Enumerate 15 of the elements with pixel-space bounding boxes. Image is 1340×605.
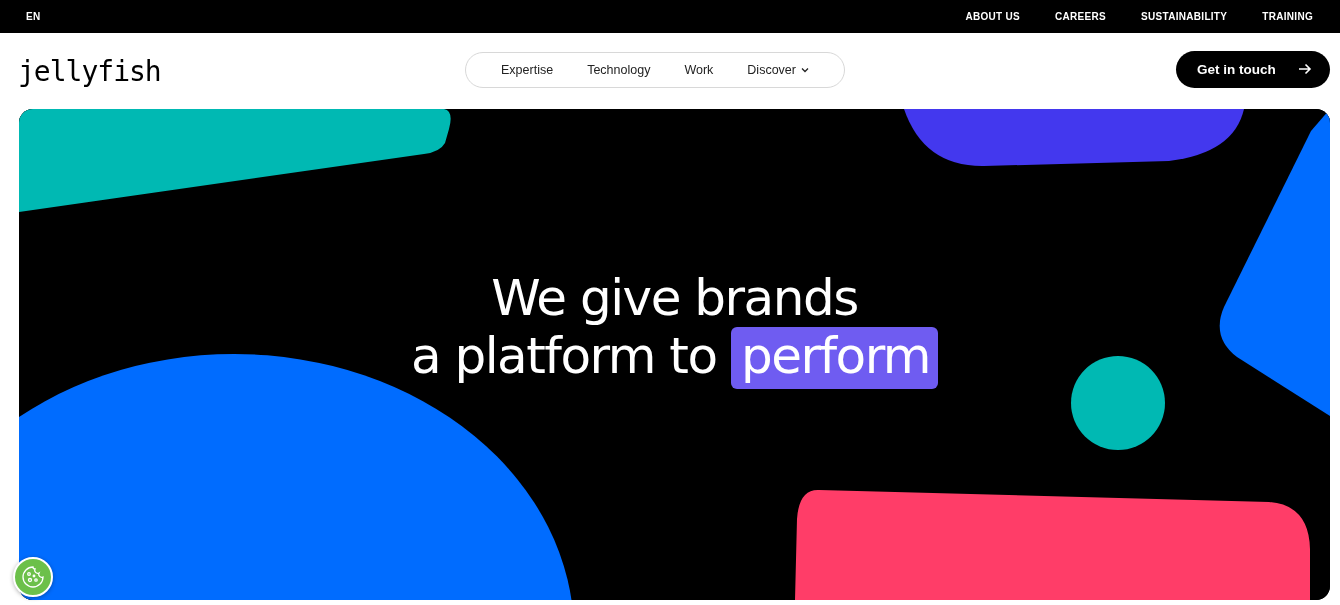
caret-icon	[800, 67, 809, 73]
arrow-right-icon	[1298, 63, 1312, 75]
language-link[interactable]: EN	[26, 11, 41, 22]
top-link[interactable]: CAREERS	[1055, 11, 1106, 22]
top-link[interactable]: TRAINING	[1262, 11, 1313, 22]
top-link[interactable]: SUSTAINABILITY	[1141, 11, 1228, 22]
nav-link[interactable]: Work	[684, 63, 714, 77]
top-link[interactable]: ABOUT US	[965, 11, 1020, 22]
nav-link[interactable]: Discover	[747, 63, 809, 77]
cookie-settings-button[interactable]	[13, 557, 53, 597]
logo[interactable]: jellyfish	[18, 54, 161, 88]
cookie-icon	[21, 565, 45, 589]
get-in-touch-button[interactable]: Get in touch	[1176, 50, 1330, 88]
nav-link[interactable]: Technology	[587, 63, 651, 77]
nav-link[interactable]: Expertise	[501, 63, 554, 77]
